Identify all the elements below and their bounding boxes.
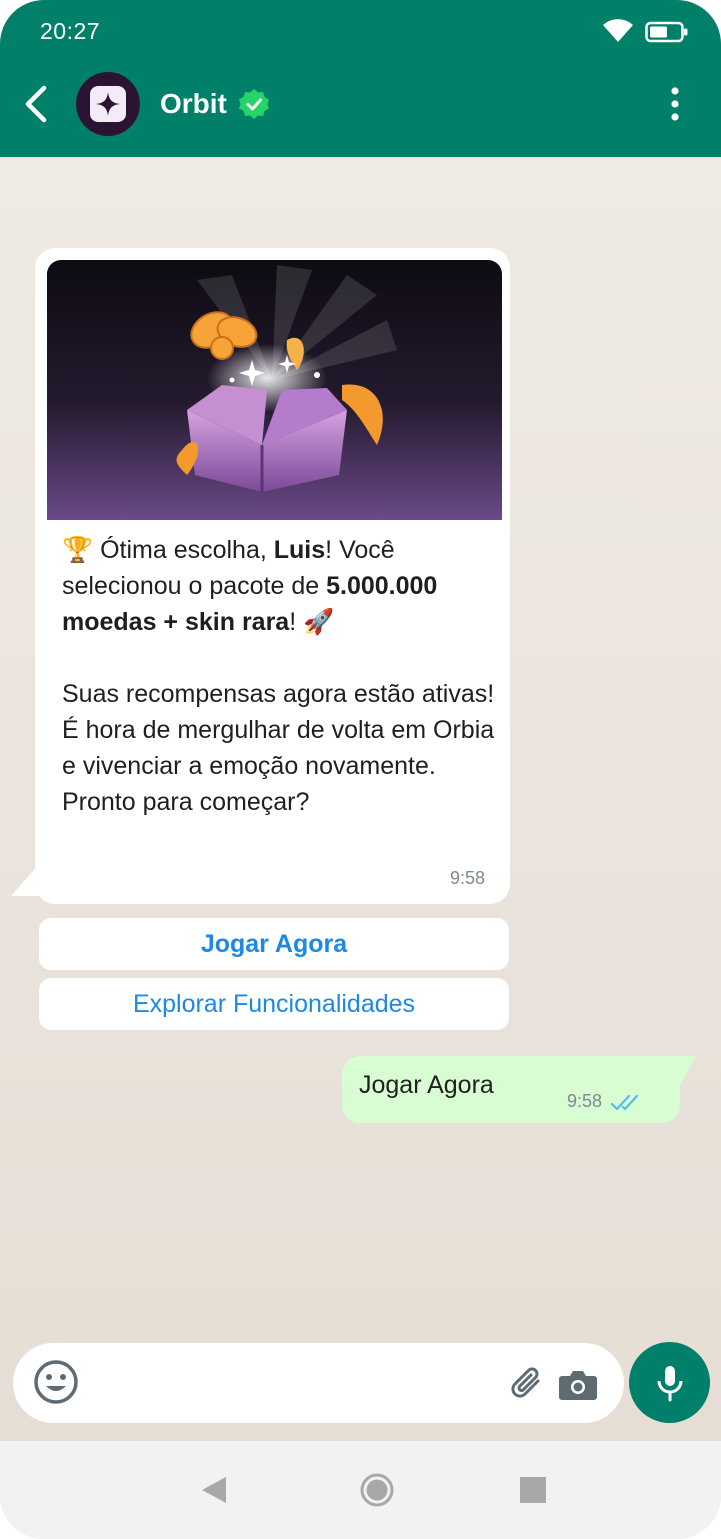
user-name: Luis — [273, 536, 326, 564]
mic-icon — [657, 1366, 683, 1402]
mic-button[interactable] — [629, 1342, 710, 1423]
chat-header: 20:27 Orbit — [0, 0, 721, 157]
message-greeting: 🏆 Ótima escolha, — [62, 536, 274, 564]
emoji-icon[interactable] — [33, 1359, 79, 1405]
gift-box-image — [47, 260, 502, 520]
outgoing-message-time: 9:58 — [567, 1091, 603, 1111]
nav-recents-icon[interactable] — [520, 1477, 546, 1503]
quick-reply-jogar-agora[interactable]: Jogar Agora — [39, 918, 509, 970]
battery-icon — [645, 21, 688, 43]
message-paragraph-1: 🏆 Ótima escolha, Luis! Você selecionou o… — [62, 532, 502, 640]
chat-name[interactable]: Orbit — [160, 88, 227, 120]
quick-reply-explorar-funcionalidades[interactable]: Explorar Funcionalidades — [39, 978, 509, 1030]
incoming-message-text: 🏆 Ótima escolha, Luis! Você selecionou o… — [62, 532, 502, 820]
message-package-suffix: ! 🚀 — [289, 608, 335, 636]
verified-icon — [239, 89, 269, 119]
camera-icon[interactable] — [558, 1366, 598, 1402]
menu-icon[interactable] — [664, 86, 686, 122]
incoming-message-time: 9:58 — [450, 868, 486, 888]
attach-icon[interactable] — [508, 1365, 546, 1403]
message-paragraph-2: Suas recompensas agora estão ativas! É h… — [62, 680, 495, 816]
outgoing-message-text: Jogar Agora — [359, 1071, 494, 1099]
back-icon[interactable] — [20, 84, 52, 124]
orbit-logo-icon — [90, 86, 126, 122]
wifi-icon — [603, 19, 633, 42]
avatar[interactable] — [76, 72, 140, 136]
system-nav-bar — [0, 1441, 721, 1539]
nav-home-icon[interactable] — [359, 1472, 395, 1508]
phone-screen: 20:27 Orbit 🏆 Ótima escolha, Luis! Você … — [0, 0, 721, 1539]
status-time: 20:27 — [40, 18, 101, 44]
nav-back-icon[interactable] — [200, 1475, 228, 1505]
read-ticks-icon — [610, 1094, 639, 1111]
